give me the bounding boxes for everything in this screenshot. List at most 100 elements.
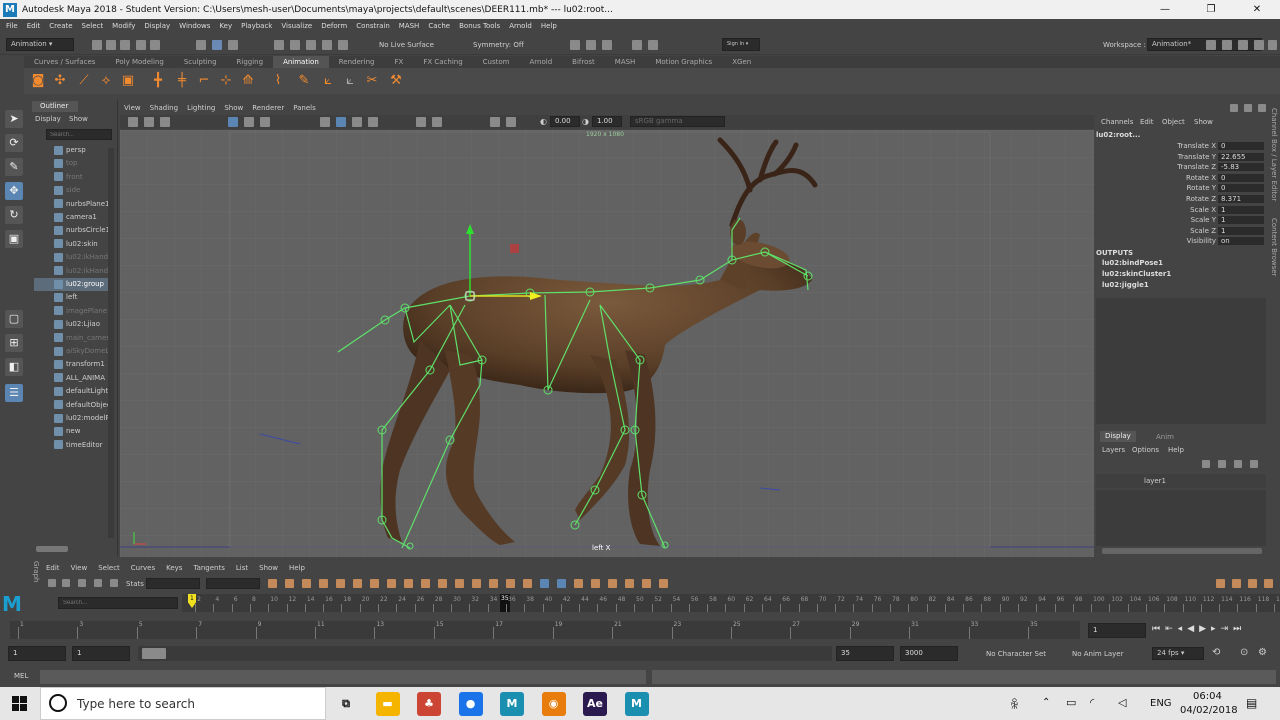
bookmark-icon[interactable] [160,117,170,127]
viewport-menu-view[interactable]: View [124,102,141,114]
step-back-frame-icon[interactable]: ◂ [1178,624,1183,634]
menu-arnold[interactable]: Arnold [509,22,532,30]
outliner-item[interactable]: ALL_ANIMA [34,372,114,385]
menu-deform[interactable]: Deform [321,22,347,30]
graph-tool-icon[interactable] [642,579,651,588]
taskbar-app-task-view-icon[interactable]: ⧉ [334,692,358,716]
shelf-tab-poly-modeling[interactable]: Poly Modeling [105,56,173,68]
output-node[interactable]: lu02:bindPose1 [1102,259,1163,267]
shelf-tab-bifrost[interactable]: Bifrost [562,56,605,68]
outliner-item[interactable]: imagePlane1 [34,305,114,318]
channel-row[interactable]: Scale X1 [1096,205,1266,216]
taskbar-app-maya-a-icon[interactable]: M [500,692,524,716]
outliner-item[interactable]: lu02:ikHandl [34,251,114,264]
graph-icon-1[interactable] [48,579,56,587]
taskbar-app-blender-icon[interactable]: ◉ [541,692,566,716]
lasso-tool-icon[interactable]: ⟳ [5,134,23,152]
graph-layout-icon[interactable]: ☰ [5,384,23,402]
resolution-gate-icon[interactable] [260,117,270,127]
ipr-render-icon[interactable] [586,40,596,50]
step-forward-frame-icon[interactable]: ▸ [1211,624,1216,634]
graph-tool-icon[interactable] [472,579,481,588]
xray-icon[interactable] [506,117,516,127]
film-gate-icon[interactable] [244,117,254,127]
graph-tool-icon[interactable] [302,579,311,588]
graph-icon-5[interactable] [110,579,118,587]
outliner-item[interactable]: lu02:ikHandl [34,265,114,278]
outliner-tab[interactable]: Outliner [32,101,78,112]
taskbar-search-box[interactable]: Type here to search [40,687,326,720]
outliner-item[interactable]: lu02:skin [34,238,114,251]
viewport-menu-renderer[interactable]: Renderer [252,102,284,114]
deformer-icon[interactable]: ⚒ [388,73,404,89]
volume-icon[interactable]: ◁ [1118,696,1126,709]
graph-tool-icon[interactable] [608,579,617,588]
graph-tool-icon[interactable] [489,579,498,588]
range-slider-handle[interactable] [142,648,166,659]
mel-input[interactable] [40,670,646,684]
graph-tool-icon[interactable] [574,579,583,588]
outliner-v-scrollbar[interactable] [108,148,114,538]
graph-tool-icon[interactable] [455,579,464,588]
shelf-tab-curves-surfaces[interactable]: Curves / Surfaces [24,56,105,68]
channel-box-settings-icon[interactable] [1230,104,1238,112]
channel-row[interactable]: Visibility on [1096,237,1266,247]
parent-constraint-icon[interactable]: ╋ [150,73,166,89]
snap-live-icon[interactable] [338,40,348,50]
taskbar-app-chrome-icon[interactable]: ● [458,692,483,716]
outliner-item[interactable]: transform1 [34,358,114,371]
outliner-item[interactable]: lu02:Ljiao [34,318,114,331]
shelf-tab-animation[interactable]: Animation [273,56,329,68]
cb-menu-edit[interactable]: Edit [1140,118,1154,126]
channel-box-icon[interactable] [1254,40,1264,50]
graph-tool-icon[interactable] [285,579,294,588]
select-tool-icon[interactable]: ➤ [5,110,23,128]
menu-windows[interactable]: Windows [179,22,210,30]
graph-tool-icon[interactable] [523,579,532,588]
action-center-icon[interactable]: ▤ [1246,696,1257,710]
menu-constrain[interactable]: Constrain [356,22,390,30]
outliner-item[interactable]: top [34,157,114,170]
taskbar-app-maya-b-icon[interactable]: M [624,692,649,716]
menu-visualize[interactable]: Visualize [281,22,312,30]
graph-tool-icon[interactable] [540,579,549,588]
key-selected-icon[interactable]: ▣ [120,73,136,89]
menu-display[interactable]: Display [144,22,170,30]
outliner-h-scrollbar[interactable] [36,546,68,552]
graph-right-icon[interactable] [1264,579,1273,588]
attribute-editor-icon[interactable] [1222,40,1232,50]
step-forward-key-icon[interactable]: ⇥ [1221,624,1229,634]
channel-value[interactable]: 1 [1218,216,1264,225]
channel-value[interactable]: 0 [1218,142,1264,150]
output-node[interactable]: lu02:jiggle1 [1102,281,1149,289]
shelf-tab-motion-graphics[interactable]: Motion Graphics [645,56,722,68]
fps-dropdown[interactable]: 24 fps ▾ [1152,647,1204,660]
snap-grid-icon[interactable] [274,40,284,50]
auto-key-icon[interactable]: ⊙ [1240,647,1248,658]
motion-path-icon[interactable]: ⟡ [98,73,114,89]
joint-tool-icon[interactable]: ⟋ [76,73,92,89]
content-browser-side-tab[interactable]: Content Browser [1270,218,1278,276]
range-slider-bar[interactable] [138,646,832,661]
playback-start-field[interactable]: 1 [72,646,130,661]
channel-row[interactable]: Rotate Z 8.371 [1096,195,1266,205]
go-to-end-icon[interactable]: ⏭ [1233,624,1241,634]
paint-select-icon[interactable]: ✎ [5,158,23,176]
viewport-menu-shading[interactable]: Shading [150,102,178,114]
taskbar-app-file-explorer-icon[interactable]: ▬ [375,692,400,716]
graph-menu-view[interactable]: View [71,562,88,574]
graph-menu-select[interactable]: Select [98,562,120,574]
render-view-icon[interactable] [648,40,658,50]
graph-menu-keys[interactable]: Keys [166,562,182,574]
graph-tool-icon[interactable] [336,579,345,588]
windows-start-icon[interactable] [12,696,27,711]
layer-tab-anim[interactable]: Anim [1156,433,1174,441]
shelf-tab-arnold[interactable]: Arnold [520,56,563,68]
minimize-button[interactable]: — [1142,0,1188,19]
isolate-select-icon[interactable] [490,117,500,127]
taskbar-app-after-effects-icon[interactable]: Ae [583,692,607,716]
play-backward-icon[interactable]: ◀ [1187,624,1194,634]
channel-value[interactable]: 1 [1218,205,1264,214]
select-hierarchy-icon[interactable] [196,40,206,50]
channel-value[interactable]: 22.655 [1218,152,1264,161]
